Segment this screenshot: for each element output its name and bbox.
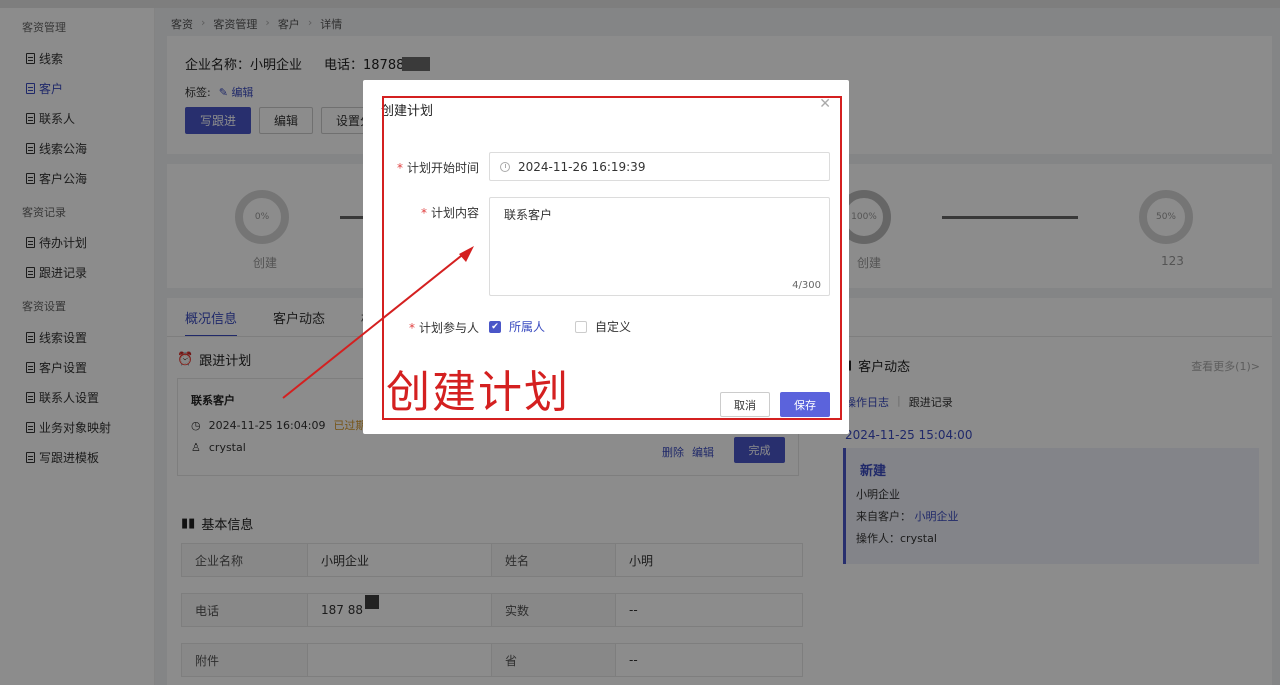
annotation-arrow-icon <box>282 246 474 399</box>
redaction-block <box>365 595 379 609</box>
annotation-label: 创建计划 <box>386 367 570 418</box>
page: 客资管理 线索 客户 联系人 线索公海 客户公海 客资记录 待办计划 跟进记录 … <box>0 0 1280 685</box>
redaction-block <box>402 57 430 71</box>
